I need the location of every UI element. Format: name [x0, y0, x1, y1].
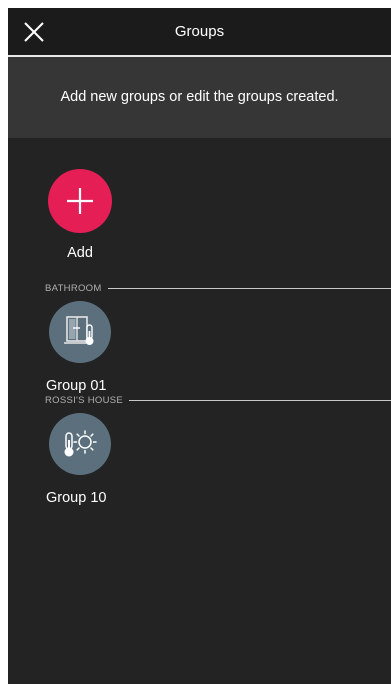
top-bar: Groups [8, 8, 391, 55]
section-divider [129, 399, 391, 401]
add-label: Add [67, 245, 93, 261]
thermometer-sun-icon [64, 430, 97, 457]
section-header-bathroom: BATHROOM [45, 281, 391, 295]
info-text: Add new groups or edit the groups create… [60, 89, 339, 105]
group-label: Group 10 [46, 490, 107, 506]
add-group-button[interactable] [48, 169, 112, 233]
info-banner: Add new groups or edit the groups create… [8, 57, 391, 138]
add-group-tile[interactable]: Add [48, 169, 112, 261]
section-label: ROSSI'S HOUSE [45, 394, 124, 406]
section-label: BATHROOM [45, 282, 102, 294]
window-thermometer-icon [64, 316, 94, 345]
groups-content: Add BATHROOM Group 01 ROSSI'S HOUSE Grou… [8, 138, 391, 684]
page-title: Groups [174, 23, 225, 40]
plus-icon [67, 188, 93, 214]
group-icon-button[interactable] [49, 301, 111, 363]
group-icon-button[interactable] [49, 413, 111, 475]
groups-screen: Groups Add new groups or edit the groups… [8, 8, 391, 684]
section-divider [107, 287, 391, 289]
section-header-rossis-house: ROSSI'S HOUSE [45, 393, 391, 407]
